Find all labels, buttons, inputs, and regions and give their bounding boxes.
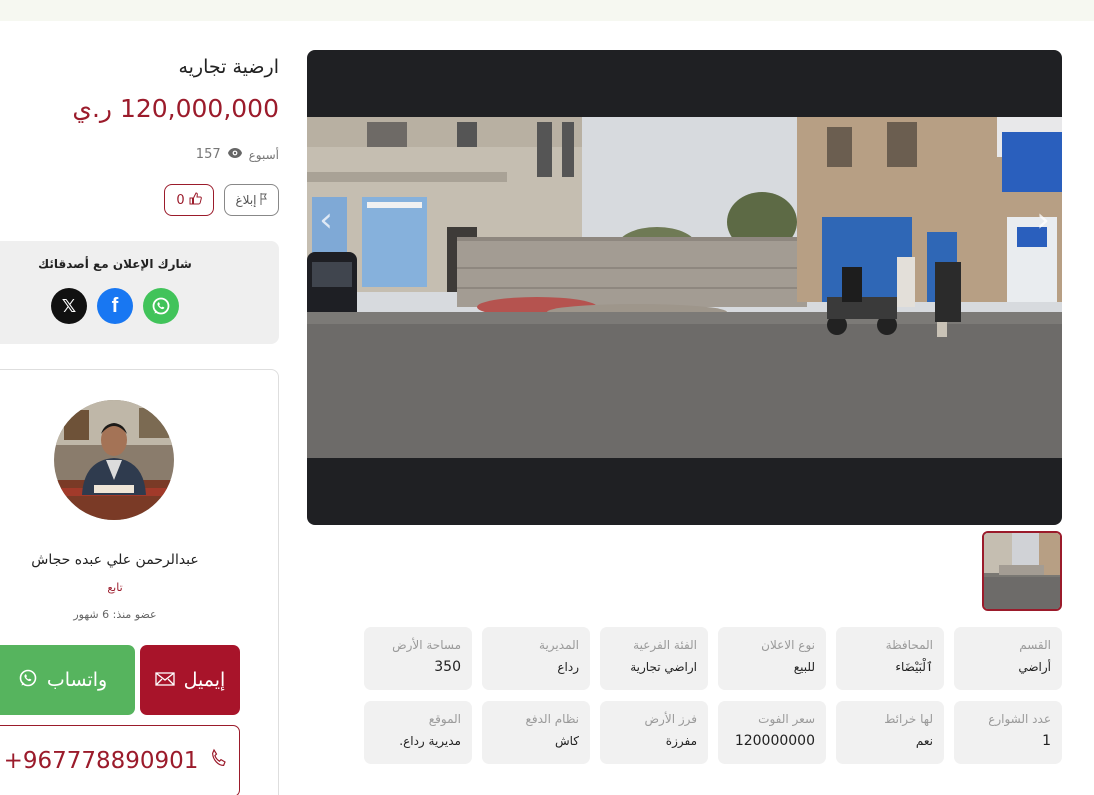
share-panel: شارك الإعلان مع أصدقائك 𝕏 f bbox=[0, 241, 279, 344]
listing-meta: أسبوع 157 bbox=[196, 147, 279, 162]
detail-streets-count: عدد الشوارع 1 bbox=[954, 701, 1062, 764]
listing-title: ارضية تجاريه bbox=[178, 56, 279, 78]
whatsapp-icon[interactable] bbox=[143, 288, 179, 324]
posted-time: أسبوع bbox=[248, 147, 279, 162]
phone-number: +967778890901 bbox=[3, 748, 199, 774]
gallery-next-chevron-icon[interactable]: › bbox=[1028, 200, 1058, 240]
flag-icon bbox=[260, 192, 268, 208]
gallery-prev-chevron-icon[interactable]: ‹ bbox=[311, 200, 341, 240]
detail-land-sorting: فرز الأرض مفرزة bbox=[600, 701, 708, 764]
email-button[interactable]: إيميل bbox=[140, 645, 240, 715]
thumbs-up-icon bbox=[189, 191, 202, 209]
detail-land-area: مساحة الأرض 350 bbox=[364, 627, 472, 690]
detail-ad-type: نوع الاعلان للبيع bbox=[718, 627, 826, 690]
seller-name[interactable]: عبدالرحمن علي عبده حجاش bbox=[0, 552, 230, 568]
view-count: 157 bbox=[195, 147, 221, 162]
member-since: عضو منذ: 6 شهور bbox=[73, 608, 157, 621]
detail-payment-system: نظام الدفع كاش bbox=[482, 701, 590, 764]
facebook-icon[interactable]: f bbox=[97, 288, 133, 324]
listing-price: 120,000,000 ر.ي bbox=[72, 94, 279, 123]
detail-location: الموقع مديرية رداع. bbox=[364, 701, 472, 764]
avatar[interactable] bbox=[54, 400, 174, 520]
image-gallery[interactable]: ‹ › bbox=[307, 50, 1062, 525]
report-button[interactable]: إبلاغ bbox=[224, 184, 279, 216]
seller-role: تابع bbox=[107, 581, 123, 594]
share-title: شارك الإعلان مع أصدقائك bbox=[38, 257, 192, 271]
detail-category: القسم أراضي bbox=[954, 627, 1062, 690]
x-icon[interactable]: 𝕏 bbox=[51, 288, 87, 324]
top-bar bbox=[0, 0, 1094, 21]
whatsapp-label: واتساب bbox=[46, 669, 108, 691]
eye-icon bbox=[227, 147, 243, 162]
listing-photo[interactable] bbox=[307, 117, 1062, 458]
whatsapp-icon bbox=[18, 668, 38, 693]
envelope-icon bbox=[155, 669, 175, 691]
detail-governorate: المحافظة ٱلْبَيْضَاء bbox=[836, 627, 944, 690]
detail-foot-price: سعر الفوت 120000000 bbox=[718, 701, 826, 764]
whatsapp-button[interactable]: واتساب bbox=[0, 645, 135, 715]
phone-button[interactable]: +967778890901 bbox=[0, 725, 240, 795]
detail-district: المديرية رداع bbox=[482, 627, 590, 690]
email-label: إيميل bbox=[183, 669, 226, 691]
like-button[interactable]: 0 bbox=[164, 184, 214, 216]
report-label: إبلاغ bbox=[235, 193, 257, 207]
detail-has-maps: لها خرائط نعم bbox=[836, 701, 944, 764]
gallery-thumbnail[interactable] bbox=[982, 531, 1062, 611]
detail-subcategory: الفئة الفرعية اراضي تجارية bbox=[600, 627, 708, 690]
like-count: 0 bbox=[176, 192, 185, 208]
phone-icon bbox=[210, 748, 227, 774]
